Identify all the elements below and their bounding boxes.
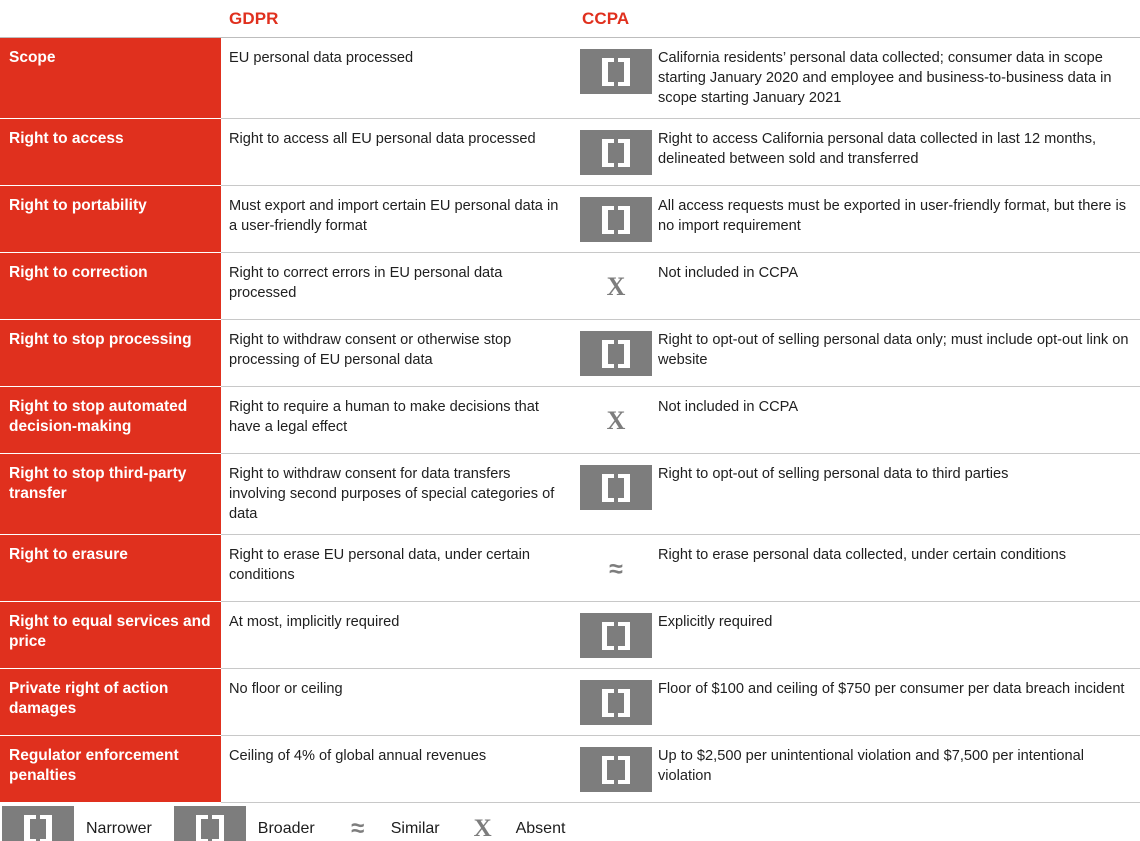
- row-ccpa-text: Right to access California personal data…: [658, 131, 1097, 167]
- row-ccpa-cell: Right to access California personal data…: [574, 119, 1140, 185]
- legend-item: ≈ Similar: [337, 814, 440, 841]
- absent-icon: X: [473, 815, 492, 841]
- row-topic-label: Right to equal services and price: [0, 602, 221, 669]
- narrower-icon: [580, 49, 652, 94]
- row-ccpa-cell: ≈ Right to erase personal data collected,…: [574, 535, 1140, 601]
- gdpr-column-title: GDPR: [229, 8, 279, 28]
- comparison-table-page: GDPR CCPA Scope EU personal data processe…: [0, 0, 1140, 841]
- row-ccpa-icon-slot: [574, 48, 658, 94]
- row-ccpa-text: Up to $2,500 per unintentional violation…: [658, 748, 1084, 784]
- row-ccpa-text: Explicitly required: [658, 614, 773, 630]
- row-ccpa-text: California residents’ personal data coll…: [658, 50, 1112, 106]
- broader-icon: [580, 747, 652, 792]
- narrower-icon: [580, 197, 652, 242]
- table-row: Right to stop third-party transfer Right …: [0, 454, 1140, 535]
- legend-item-label: Absent: [515, 819, 566, 837]
- legend-item: X Absent: [462, 816, 566, 841]
- legend-item-label: Broader: [257, 819, 315, 837]
- row-gdpr-cell: Right to withdraw consent for data trans…: [229, 466, 555, 522]
- narrower-icon: [580, 465, 652, 510]
- row-gdpr-cell: Must export and import certain EU person…: [229, 198, 559, 234]
- row-topic-label: Right to portability: [0, 186, 221, 253]
- row-ccpa-text: All access requests must be exported in …: [658, 198, 1127, 234]
- row-gdpr-cell: Right to access all EU personal data pro…: [229, 131, 536, 147]
- table-row: Right to access Right to access all EU pe…: [0, 119, 1140, 186]
- row-ccpa-text: Floor of $100 and ceiling of $750 per co…: [658, 681, 1125, 697]
- table-row: Right to portability Must export and impo…: [0, 186, 1140, 253]
- table-row: Private right of action damages No floor …: [0, 669, 1140, 736]
- row-gdpr-cell: Right to withdraw consent or otherwise s…: [229, 332, 512, 368]
- row-gdpr-cell: Right to correct errors in EU personal d…: [229, 265, 503, 301]
- row-topic-label: Right to stop automated decision-making: [0, 387, 221, 454]
- broader-icon: [580, 613, 652, 658]
- row-ccpa-icon-slot: [574, 746, 658, 792]
- row-gdpr-cell: Right to erase EU personal data, under c…: [229, 547, 530, 583]
- table-body: Scope EU personal data processed Californi…: [0, 38, 1140, 803]
- table-row: Scope EU personal data processed Californi…: [0, 38, 1140, 119]
- header-ccpa-cell: CCPA: [574, 9, 1140, 29]
- row-ccpa-cell: Right to opt-out of selling personal dat…: [574, 320, 1140, 386]
- row-ccpa-cell: All access requests must be exported in …: [574, 186, 1140, 252]
- row-ccpa-cell: X Not included in CCPA: [574, 253, 1140, 319]
- row-ccpa-cell: Right to opt-out of selling personal dat…: [574, 454, 1140, 534]
- row-gdpr-cell: At most, implicitly required: [229, 614, 400, 630]
- row-gdpr-cell: Ceiling of 4% of global annual revenues: [229, 748, 487, 764]
- narrower-icon: [580, 130, 652, 175]
- row-ccpa-icon-slot: [574, 612, 658, 658]
- table-row: Right to stop automated decision-making R…: [0, 387, 1140, 454]
- legend-item: Narrower: [2, 806, 152, 841]
- header-gdpr-cell: GDPR: [221, 9, 574, 29]
- narrower-icon: [580, 331, 652, 376]
- absent-icon: X: [606, 271, 626, 301]
- row-ccpa-icon-slot: [574, 196, 658, 242]
- row-ccpa-text: Right to erase personal data collected, …: [658, 547, 1067, 563]
- row-gdpr-cell: Right to require a human to make decisio…: [229, 399, 539, 435]
- table-row: Regulator enforcement penalties Ceiling o…: [0, 736, 1140, 803]
- legend-item: Broader: [173, 806, 315, 841]
- row-gdpr-cell: EU personal data processed: [229, 50, 414, 66]
- row-ccpa-icon-slot: [574, 129, 658, 175]
- row-topic-label: Right to stop third-party transfer: [0, 454, 221, 535]
- row-topic-label: Right to stop processing: [0, 320, 221, 387]
- similar-icon: ≈: [351, 814, 365, 841]
- ccpa-column-title: CCPA: [582, 8, 630, 28]
- row-topic-label: Right to erasure: [0, 535, 221, 602]
- row-topic-label: Right to correction: [0, 253, 221, 320]
- row-ccpa-cell: Floor of $100 and ceiling of $750 per co…: [574, 669, 1140, 735]
- row-ccpa-icon-slot: [574, 330, 658, 376]
- row-topic-label: Scope: [0, 38, 221, 119]
- legend-item-label: Similar: [390, 819, 440, 837]
- absent-icon: X: [606, 405, 626, 435]
- legend: Narrower Broader ≈ Similar X Absent: [0, 805, 1140, 841]
- table-row: Right to stop processing Right to withdra…: [0, 320, 1140, 387]
- row-ccpa-cell: Explicitly required: [574, 602, 1140, 668]
- broader-icon: [173, 806, 246, 841]
- row-ccpa-icon-slot: [574, 464, 658, 510]
- narrower-icon: [580, 680, 652, 725]
- narrower-icon: [2, 806, 74, 841]
- row-ccpa-text: Not included in CCPA: [658, 265, 799, 281]
- row-topic-label: Right to access: [0, 119, 221, 186]
- row-topic-label: Private right of action damages: [0, 669, 221, 736]
- table-row: Right to erasure Right to erase EU person…: [0, 535, 1140, 602]
- row-ccpa-icon-slot: [574, 679, 658, 725]
- row-ccpa-text: Right to opt-out of selling personal dat…: [658, 332, 1129, 368]
- row-ccpa-icon-slot: ≈: [574, 545, 658, 591]
- table-row: Right to equal services and price At most…: [0, 602, 1140, 669]
- row-topic-label: Regulator enforcement penalties: [0, 736, 221, 803]
- table-row: Right to correction Right to correct erro…: [0, 253, 1140, 320]
- legend-item-label: Narrower: [86, 819, 152, 837]
- row-ccpa-icon-slot: X: [574, 263, 658, 309]
- row-ccpa-cell: Up to $2,500 per unintentional violation…: [574, 736, 1140, 802]
- row-ccpa-text: Not included in CCPA: [658, 399, 799, 415]
- row-ccpa-cell: California residents’ personal data coll…: [574, 38, 1140, 118]
- row-ccpa-icon-slot: X: [574, 397, 658, 443]
- table-header: GDPR CCPA: [0, 0, 1140, 38]
- row-ccpa-text: Right to opt-out of selling personal dat…: [658, 466, 1009, 482]
- similar-icon: ≈: [609, 554, 623, 583]
- row-ccpa-cell: X Not included in CCPA: [574, 387, 1140, 453]
- row-gdpr-cell: No floor or ceiling: [229, 681, 343, 697]
